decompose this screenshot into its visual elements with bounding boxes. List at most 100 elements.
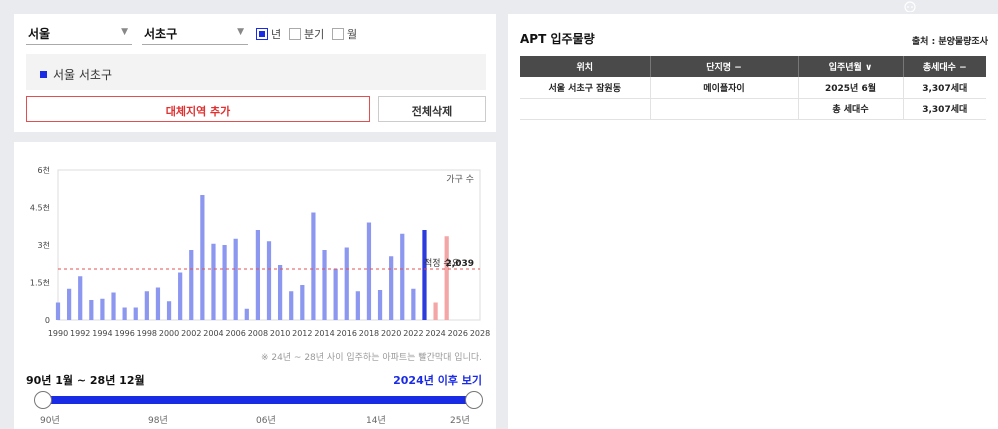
column-header-complex[interactable]: 단지명 −	[650, 56, 799, 77]
x-tick-label: 1992	[70, 329, 90, 338]
slider-label: 25년	[450, 416, 470, 426]
x-tick-label: 2022	[403, 329, 423, 338]
checkbox-icon	[289, 28, 301, 40]
bar	[389, 256, 394, 320]
bar	[300, 285, 305, 320]
x-tick-label: 2026	[448, 329, 468, 338]
x-tick-label: 2008	[248, 329, 268, 338]
slider-label: 90년	[40, 416, 60, 426]
table-cell: 서울 서초구 잠원동	[520, 77, 651, 99]
bar	[233, 238, 238, 320]
x-tick-label: 2006	[226, 329, 246, 338]
period-year-checkbox[interactable]: 년	[256, 26, 281, 42]
bar	[289, 291, 294, 320]
bar	[122, 307, 127, 320]
column-header-move-in[interactable]: 입주년월 ∨	[798, 56, 904, 77]
bar	[144, 291, 149, 320]
table-cell: 3,307세대	[903, 98, 986, 120]
y-tick-label: 6천	[38, 165, 50, 175]
view-after-2024-link[interactable]: 2024년 이후 보기	[393, 372, 482, 388]
chart-legend: 가구 수	[446, 174, 474, 185]
table-cell	[650, 98, 799, 120]
supply-table-panel: APT 입주물량 출처 : 분양물량조사 위치 단지명 − 입주년월 ∨ 총세대…	[508, 14, 998, 429]
range-slider-start-handle[interactable]	[34, 391, 52, 409]
bar	[355, 291, 360, 320]
x-tick-label: 2028	[470, 329, 490, 338]
bar	[322, 250, 327, 320]
checkbox-checked-icon	[256, 28, 268, 40]
slider-label: 06년	[256, 416, 276, 426]
bar	[422, 230, 427, 320]
district-select-value: 서초구	[144, 27, 178, 41]
checkbox-icon	[332, 28, 344, 40]
bar	[211, 243, 216, 320]
range-slider-track[interactable]	[42, 396, 474, 404]
date-range-label: 90년 1월 ~ 28년 12월	[26, 374, 145, 387]
table-cell: 메이플자이	[650, 77, 799, 99]
bar	[277, 265, 283, 320]
x-tick-label: 2018	[359, 329, 379, 338]
robot-icon	[904, 1, 916, 12]
supply-chart-panel: 6천 4.5천 3천 1.5천 0 1990 1992 1994 1996 1998 2000 200…	[14, 142, 496, 429]
x-tick-label: 2002	[181, 329, 201, 338]
bar	[66, 288, 72, 320]
bar	[100, 298, 105, 320]
bar	[89, 300, 94, 320]
period-month-checkbox[interactable]: 월	[332, 26, 357, 42]
bar	[222, 245, 227, 320]
bar	[244, 308, 249, 320]
filter-panel: 서울 ▼ 서초구 ▼ 년 분기 월 서울 서초구 대체지역 추가 전체삭제	[14, 14, 496, 132]
bar	[433, 302, 438, 320]
chevron-down-icon: ▼	[237, 27, 244, 37]
period-quarter-checkbox[interactable]: 분기	[289, 26, 324, 42]
period-quarter-label: 분기	[304, 28, 325, 41]
bar	[411, 288, 416, 320]
chevron-down-icon: ▼	[121, 27, 128, 37]
slider-label: 98년	[148, 416, 168, 426]
city-select-value: 서울	[28, 27, 51, 41]
bar	[311, 212, 316, 320]
bar	[377, 290, 383, 320]
x-tick-label: 2024	[425, 329, 445, 338]
bar	[155, 287, 161, 320]
bar	[444, 236, 449, 320]
x-tick-label: 2020	[381, 329, 401, 338]
slider-label: 14년	[366, 416, 386, 426]
column-header-location[interactable]: 위치	[520, 56, 651, 77]
chart-note: ※ 24년 ~ 28년 사이 입주하는 아파트는 빨간막대 입니다.	[260, 353, 482, 363]
delete-all-button[interactable]: 전체삭제	[378, 96, 486, 122]
x-tick-label: 2004	[203, 329, 223, 338]
y-tick-label: 1.5천	[30, 278, 50, 288]
range-slider-end-handle[interactable]	[465, 391, 483, 409]
y-tick-label: 0	[45, 316, 50, 325]
selected-region-item[interactable]: 서울 서초구	[26, 54, 486, 90]
x-tick-label: 1996	[114, 329, 134, 338]
add-alternative-region-button[interactable]: 대체지역 추가	[26, 96, 370, 122]
table-row[interactable]: 서울 서초구 잠원동 메이플자이 2025년 6월 3,307세대	[520, 77, 986, 99]
table-cell: 총 세대수	[798, 98, 904, 120]
y-tick-label: 4.5천	[30, 203, 50, 213]
city-select[interactable]: 서울 ▼	[26, 22, 132, 45]
x-tick-label: 2000	[159, 329, 179, 338]
bar	[344, 247, 349, 320]
bar	[111, 292, 116, 320]
bar	[178, 272, 183, 320]
x-tick-label: 1990	[48, 329, 68, 338]
column-header-households[interactable]: 총세대수 −	[903, 56, 986, 77]
x-tick-label: 2010	[270, 329, 290, 338]
bar	[166, 301, 172, 320]
district-select[interactable]: 서초구 ▼	[142, 22, 248, 45]
bar	[55, 302, 61, 320]
x-tick-label: 2016	[337, 329, 357, 338]
table-cell	[520, 98, 651, 120]
bar	[78, 276, 83, 320]
y-tick-label: 3천	[38, 240, 50, 250]
x-tick-label: 2012	[292, 329, 312, 338]
bar	[400, 233, 405, 320]
reference-line-value: 2,039	[446, 259, 474, 269]
period-month-label: 월	[347, 28, 358, 41]
period-year-label: 년	[271, 28, 282, 41]
bar	[189, 250, 194, 320]
bar	[200, 195, 205, 320]
x-tick-label: 1998	[137, 329, 157, 338]
